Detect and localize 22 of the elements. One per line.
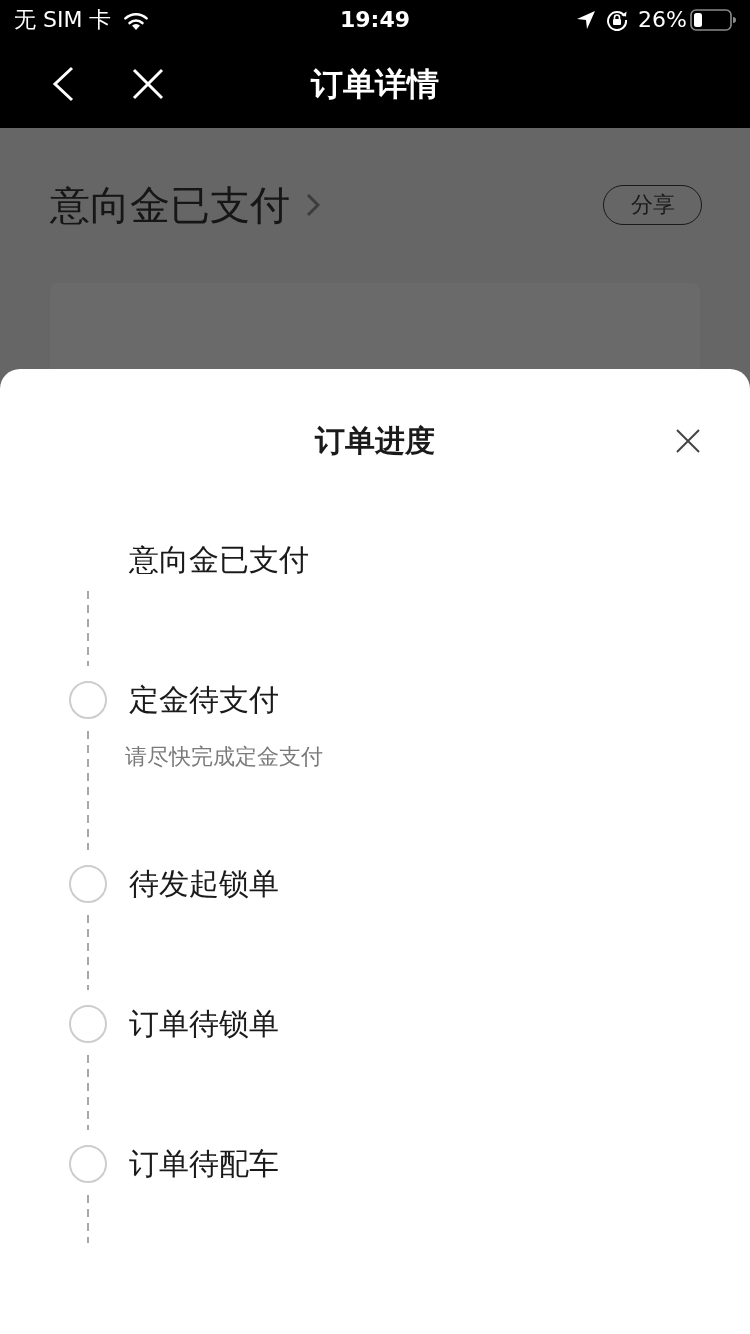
battery-icon [690,9,736,31]
location-arrow-icon [576,10,597,30]
step-title: 意向金已支付 [129,541,309,579]
step-title: 定金待支付 [129,681,279,719]
chevron-right-icon [306,193,320,217]
back-chevron-icon [52,66,74,102]
step-title: 待发起锁单 [129,865,279,903]
page-title: 订单详情 [311,64,439,104]
rotation-lock-icon [606,9,629,31]
close-icon [132,68,164,100]
wifi-icon [123,10,150,30]
sheet-title: 订单进度 [315,422,435,460]
step-title: 订单待锁单 [129,1005,279,1043]
battery-percent: 26% [638,6,687,34]
clock-time: 19:49 [340,6,410,34]
carrier-label: 无 SIM 卡 [14,6,112,34]
connector-line [87,1195,89,1243]
step-hint: 请尽快完成定金支付 [125,743,323,771]
order-status-link[interactable]: 意向金已支付 [50,180,320,230]
step-title: 订单待配车 [129,1145,279,1183]
close-icon [676,429,700,453]
close-button[interactable] [676,429,700,453]
